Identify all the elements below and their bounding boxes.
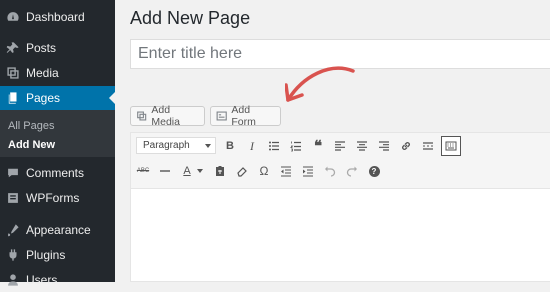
sidebar-item-label: Posts xyxy=(26,41,57,55)
submenu-item-all-pages[interactable]: All Pages xyxy=(8,120,54,132)
numbered-list-icon xyxy=(290,141,301,152)
bullet-list-icon xyxy=(269,141,279,151)
submenu-item-add-new[interactable]: Add New xyxy=(8,139,55,151)
dashboard-icon xyxy=(6,10,20,24)
italic-icon: I xyxy=(250,138,254,153)
toolbar-toggle-button[interactable] xyxy=(441,136,461,156)
undo-button[interactable] xyxy=(321,162,339,180)
add-form-button[interactable]: Add Form xyxy=(210,104,281,128)
sidebar-item-label: WPForms xyxy=(26,191,80,205)
help-icon: ? xyxy=(368,165,380,177)
italic-button[interactable]: I xyxy=(243,137,261,155)
sidebar-item-posts[interactable]: Posts xyxy=(0,36,115,60)
text-color-icon: A xyxy=(183,165,191,177)
admin-sidebar: Dashboard Posts Media Pages All Pages Ad… xyxy=(0,0,115,287)
comments-icon xyxy=(6,166,20,180)
indent-button[interactable] xyxy=(299,162,317,180)
plugins-icon xyxy=(6,248,20,262)
strikethrough-button[interactable]: ABC xyxy=(134,162,152,180)
sidebar-item-label: Media xyxy=(26,66,59,80)
clear-formatting-button[interactable] xyxy=(233,162,251,180)
special-character-button[interactable]: Ω xyxy=(255,162,273,180)
blockquote-icon: ❝ xyxy=(313,138,323,155)
add-form-icon xyxy=(216,111,227,121)
sidebar-item-label: Pages xyxy=(26,91,61,105)
toolbar-toggle-icon xyxy=(445,141,457,151)
add-media-button[interactable]: Add Media xyxy=(130,104,205,128)
add-media-label: Add Media xyxy=(151,104,180,128)
paste-text-icon xyxy=(216,166,224,176)
align-left-icon xyxy=(335,141,345,151)
pages-submenu: All Pages Add New xyxy=(0,110,115,157)
forms-icon xyxy=(6,191,20,205)
horizontal-line-button[interactable] xyxy=(156,162,174,180)
indent-icon xyxy=(303,166,313,177)
sidebar-item-label: Plugins xyxy=(26,248,66,262)
pin-icon xyxy=(6,41,20,55)
content-editor[interactable]: Paragraph B I ❝ ABC A Ω ? xyxy=(130,132,550,282)
main-content: Add New Page Add Media Add Form Paragrap… xyxy=(115,0,550,282)
add-form-label: Add Form xyxy=(231,104,256,128)
redo-icon xyxy=(346,166,357,177)
users-icon xyxy=(6,273,20,287)
help-button[interactable]: ? xyxy=(365,162,383,180)
sidebar-item-dashboard[interactable]: Dashboard xyxy=(0,5,115,29)
sidebar-item-wpforms[interactable]: WPForms xyxy=(0,186,115,210)
sidebar-item-label: Appearance xyxy=(26,223,91,237)
numbered-list-button[interactable] xyxy=(287,137,305,155)
blockquote-button[interactable]: ❝ xyxy=(309,137,327,155)
sidebar-item-label: Dashboard xyxy=(26,10,85,24)
align-left-button[interactable] xyxy=(331,137,349,155)
pages-icon xyxy=(6,91,20,105)
text-color-dropdown[interactable] xyxy=(195,162,205,180)
media-icon xyxy=(6,66,20,80)
align-right-icon xyxy=(379,141,389,151)
horizontal-line-icon xyxy=(160,170,170,172)
format-select-value: Paragraph xyxy=(143,140,190,151)
paste-text-button[interactable] xyxy=(211,162,229,180)
bold-icon: B xyxy=(226,140,234,152)
align-center-button[interactable] xyxy=(353,137,371,155)
outdent-icon xyxy=(281,166,291,177)
sidebar-item-pages[interactable]: Pages xyxy=(0,86,115,110)
align-center-icon xyxy=(357,141,367,151)
sidebar-item-label: Comments xyxy=(26,166,85,180)
sidebar-item-media[interactable]: Media xyxy=(0,61,115,85)
special-character-icon: Ω xyxy=(259,164,269,178)
sidebar-item-label: Users xyxy=(26,273,58,287)
redo-button[interactable] xyxy=(343,162,361,180)
link-button[interactable] xyxy=(397,137,415,155)
bold-button[interactable]: B xyxy=(221,137,239,155)
page-title: Add New Page xyxy=(130,8,251,28)
bullet-list-button[interactable] xyxy=(265,137,283,155)
chevron-down-icon xyxy=(197,169,203,173)
sidebar-item-appearance[interactable]: Appearance xyxy=(0,218,115,242)
more-tag-icon xyxy=(423,142,433,150)
more-tag-button[interactable] xyxy=(419,137,437,155)
editor-toolbar: Paragraph B I ❝ ABC A Ω ? xyxy=(131,133,550,189)
annotation-arrow xyxy=(285,66,355,102)
appearance-icon xyxy=(6,223,20,237)
outdent-button[interactable] xyxy=(277,162,295,180)
clear-formatting-icon xyxy=(237,167,247,177)
sidebar-item-comments[interactable]: Comments xyxy=(0,161,115,185)
chevron-down-icon xyxy=(205,144,211,148)
sidebar-item-users[interactable]: Users xyxy=(0,268,115,292)
format-select[interactable]: Paragraph xyxy=(136,137,216,154)
strikethrough-icon: ABC xyxy=(136,168,150,174)
link-icon xyxy=(402,142,410,150)
sidebar-item-plugins[interactable]: Plugins xyxy=(0,243,115,267)
align-right-button[interactable] xyxy=(375,137,393,155)
undo-icon xyxy=(325,166,336,177)
add-media-icon xyxy=(137,111,147,121)
